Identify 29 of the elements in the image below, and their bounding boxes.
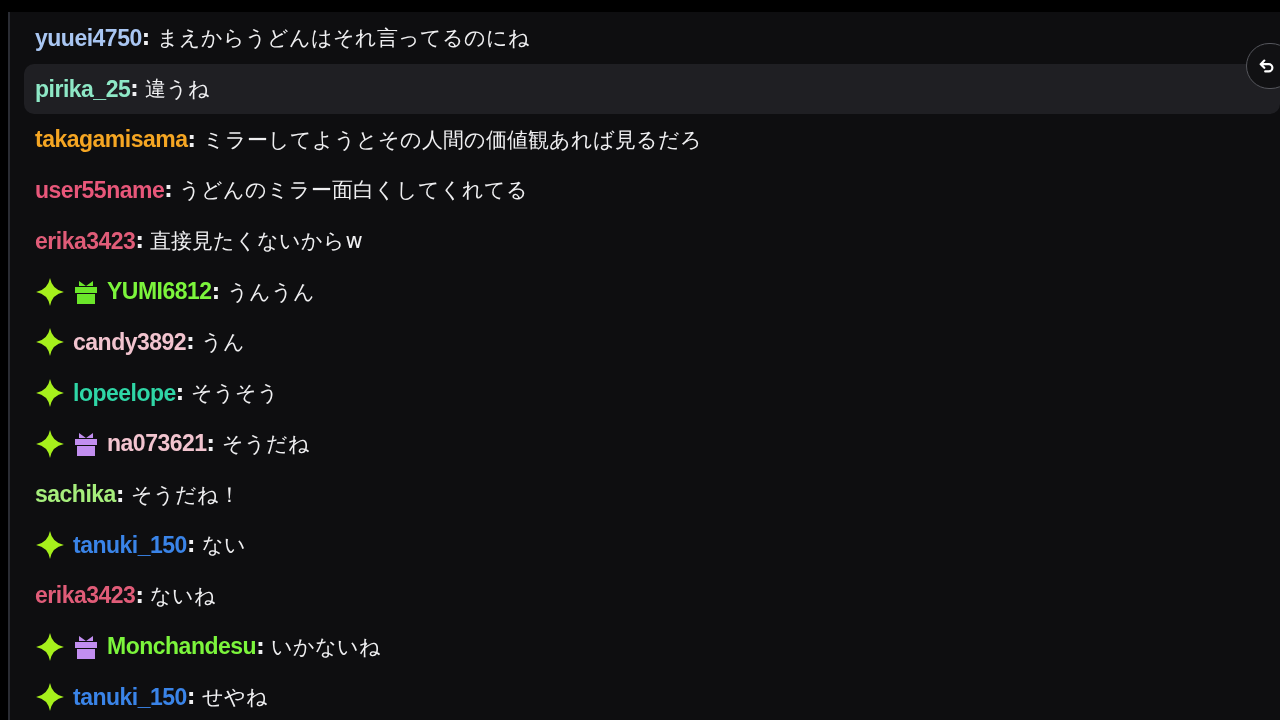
message-text: : うんうん bbox=[211, 278, 315, 306]
message-text: : 直接見たくないからw bbox=[135, 228, 363, 256]
username[interactable]: takagamisama bbox=[35, 126, 188, 154]
message-text: : ミラーしてようとその人間の価値観あれば見るだろ bbox=[187, 126, 702, 154]
message-text: : そうそう bbox=[175, 380, 279, 408]
username[interactable]: pirika_25 bbox=[35, 75, 131, 103]
message-text: : うどんのミラー面白くしてくれてる bbox=[164, 177, 529, 205]
message-text: : そうだね！ bbox=[115, 481, 240, 509]
username[interactable]: lopeelope bbox=[73, 379, 176, 407]
message-text: : ないね bbox=[135, 582, 217, 610]
username[interactable]: erika3423 bbox=[35, 227, 136, 255]
username[interactable]: user55name bbox=[35, 176, 165, 204]
username[interactable]: yuuei4750 bbox=[35, 24, 142, 52]
username[interactable]: Monchandesu bbox=[107, 633, 257, 661]
message-text: : うん bbox=[186, 329, 246, 357]
message-text: : せやね bbox=[186, 684, 268, 712]
message-text: : そうだね bbox=[206, 430, 310, 458]
username[interactable]: YUMI6812 bbox=[107, 278, 212, 306]
message-text: : ない bbox=[186, 532, 246, 560]
reply-button[interactable] bbox=[1246, 42, 1280, 89]
message-text: : 違うね bbox=[130, 76, 211, 104]
username[interactable]: tanuki_150 bbox=[73, 683, 187, 711]
message-text: : いかないね bbox=[256, 633, 382, 661]
username[interactable]: erika3423 bbox=[35, 582, 136, 610]
message-text: : まえからうどんはそれ言ってるのにね bbox=[141, 25, 530, 53]
username[interactable]: tanuki_150 bbox=[73, 531, 187, 559]
username[interactable]: candy3892 bbox=[73, 328, 187, 356]
username[interactable]: na073621 bbox=[107, 430, 207, 458]
username[interactable]: sachika bbox=[35, 481, 116, 509]
